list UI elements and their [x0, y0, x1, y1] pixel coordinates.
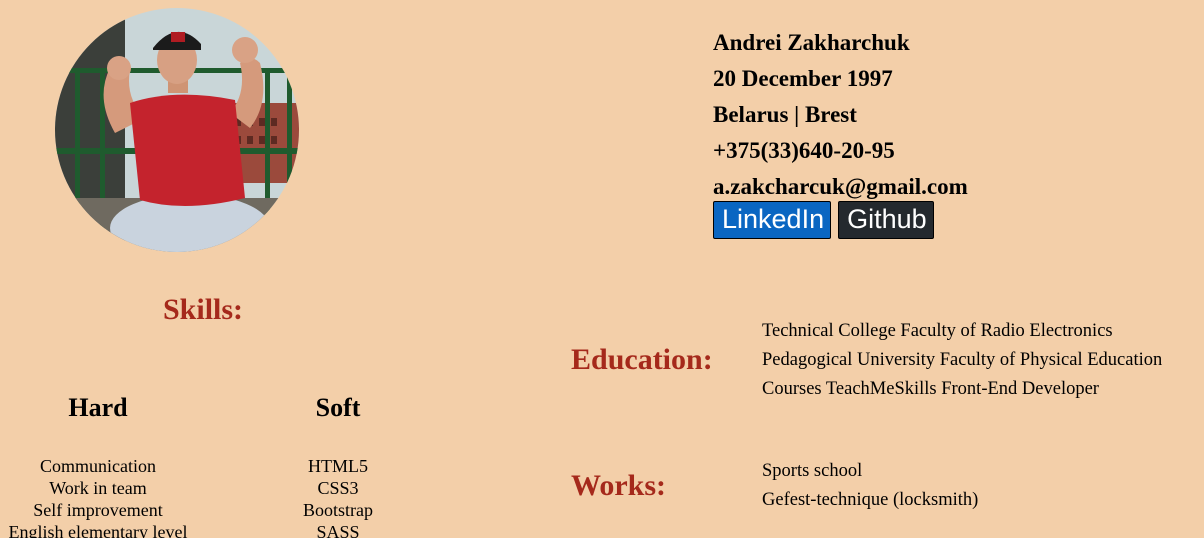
hard-skills-list: Communication Work in team Self improvem…: [0, 455, 196, 538]
profile-photo: [55, 8, 299, 252]
list-item: Work in team: [49, 478, 147, 498]
phone-number: +375(33)640-20-95: [713, 138, 895, 163]
list-item: SASS: [316, 522, 360, 538]
profile-photo-image: [55, 8, 299, 252]
list-item: Sports school: [762, 461, 863, 481]
hard-skills-heading: Hard: [68, 393, 128, 422]
resume-page: Andrei Zakharchuk 20 December 1997 Belar…: [0, 0, 1204, 538]
works-list: Sports school Gefest-technique (locksmit…: [762, 457, 978, 515]
list-item: Self improvement: [33, 500, 163, 520]
location: Belarus | Brest: [713, 102, 857, 127]
email-address: a.zakcharcuk@gmail.com: [713, 174, 968, 199]
list-item: Gefest-technique (locksmith): [762, 490, 979, 510]
contact-info: Andrei Zakharchuk 20 December 1997 Belar…: [713, 25, 968, 205]
birthdate: 20 December 1997: [713, 66, 893, 91]
education-heading: Education:: [571, 343, 713, 376]
list-item: Courses TeachMeSkills Front-End Develope…: [762, 379, 1099, 399]
list-item: English elementary level: [8, 522, 188, 538]
list-item: CSS3: [317, 478, 359, 498]
linkedin-button[interactable]: LinkedIn: [713, 201, 832, 239]
soft-skills-list: HTML5 CSS3 Bootstrap SASS: [273, 455, 403, 538]
list-item: HTML5: [308, 456, 368, 476]
list-item: Bootstrap: [303, 500, 373, 520]
social-links: LinkedIn Github: [713, 201, 934, 239]
github-button[interactable]: Github: [838, 201, 934, 239]
list-item: Pedagogical University Faculty of Physic…: [762, 350, 1163, 370]
list-item: Communication: [40, 456, 156, 476]
full-name: Andrei Zakharchuk: [713, 30, 910, 55]
works-heading: Works:: [571, 469, 667, 502]
skills-heading: Skills:: [163, 293, 244, 326]
soft-skills-heading: Soft: [315, 393, 361, 422]
education-list: Technical College Faculty of Radio Elect…: [762, 317, 1162, 404]
list-item: Technical College Faculty of Radio Elect…: [762, 321, 1113, 341]
